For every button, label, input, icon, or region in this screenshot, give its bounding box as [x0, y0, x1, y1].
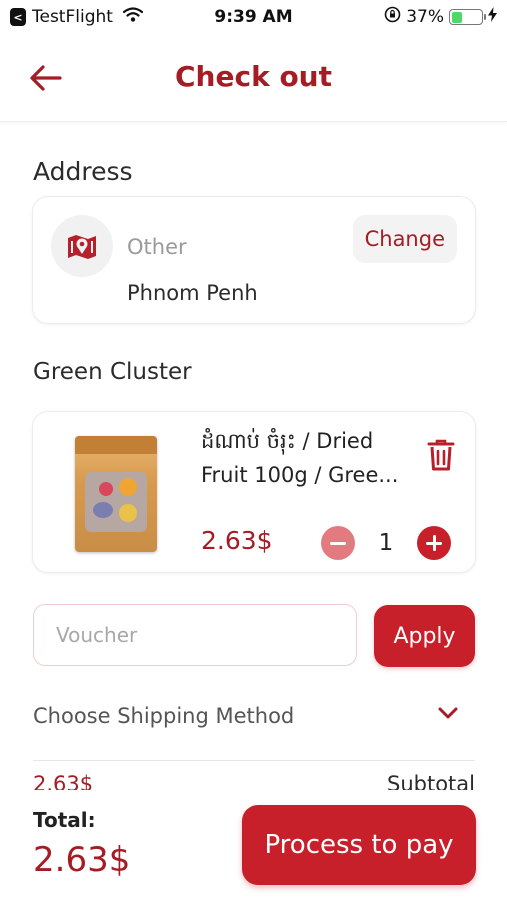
checkout-footer: Total: 2.63$ Process to pay [0, 790, 507, 900]
total-value: 2.63$ [33, 840, 131, 880]
cart-item-card: ដំណាប់ ចំរុះ / Dried Fruit 100g / Gree..… [32, 411, 476, 573]
apply-voucher-button[interactable]: Apply [374, 605, 475, 667]
charging-icon [488, 7, 497, 27]
plus-icon [426, 535, 442, 551]
status-bar: < TestFlight 9:39 AM 37% [0, 0, 507, 34]
item-price: 2.63$ [201, 526, 273, 555]
address-type: Other [127, 235, 187, 259]
subtotal-row: 2.63$ Subtotal [0, 762, 507, 790]
trash-icon [427, 439, 455, 471]
app-header: Check out [0, 34, 507, 122]
address-card: Other Phnom Penh Change [32, 196, 476, 324]
product-name-line-1: ដំណាប់ ចំរុះ / Dried [201, 429, 374, 453]
decrease-quantity-button[interactable] [321, 526, 355, 560]
summary-divider [33, 760, 475, 761]
product-name-line-2: Fruit 100g / Gree... [201, 463, 399, 487]
change-address-button[interactable]: Change [352, 215, 457, 263]
subtotal-amount: 2.63$ [33, 772, 94, 790]
minus-icon [330, 541, 346, 545]
process-to-pay-button[interactable]: Process to pay [242, 805, 476, 885]
address-icon-wrap [51, 215, 113, 277]
status-bar-right: 37% [384, 6, 497, 28]
product-name: ដំណាប់ ចំរុះ / Dried Fruit 100g / Gree..… [201, 424, 421, 492]
shipping-method-label: Choose Shipping Method [33, 704, 295, 728]
store-name: Green Cluster [33, 359, 192, 385]
increase-quantity-button[interactable] [417, 526, 451, 560]
orientation-lock-icon [384, 6, 401, 28]
subtotal-label: Subtotal [387, 772, 475, 790]
map-pin-icon [68, 235, 96, 259]
shipping-method-dropdown[interactable]: Choose Shipping Method [33, 692, 475, 740]
address-section-label: Address [33, 157, 133, 186]
item-quantity: 1 [378, 530, 394, 556]
address-city: Phnom Penh [127, 281, 258, 305]
chevron-down-icon [438, 707, 458, 719]
remove-item-button[interactable] [427, 438, 455, 472]
product-image [75, 436, 157, 552]
battery-icon [449, 9, 486, 25]
total-label: Total: [33, 808, 96, 832]
voucher-input[interactable] [33, 604, 357, 666]
page-title: Check out [175, 60, 332, 93]
battery-percent: 37% [406, 7, 444, 27]
